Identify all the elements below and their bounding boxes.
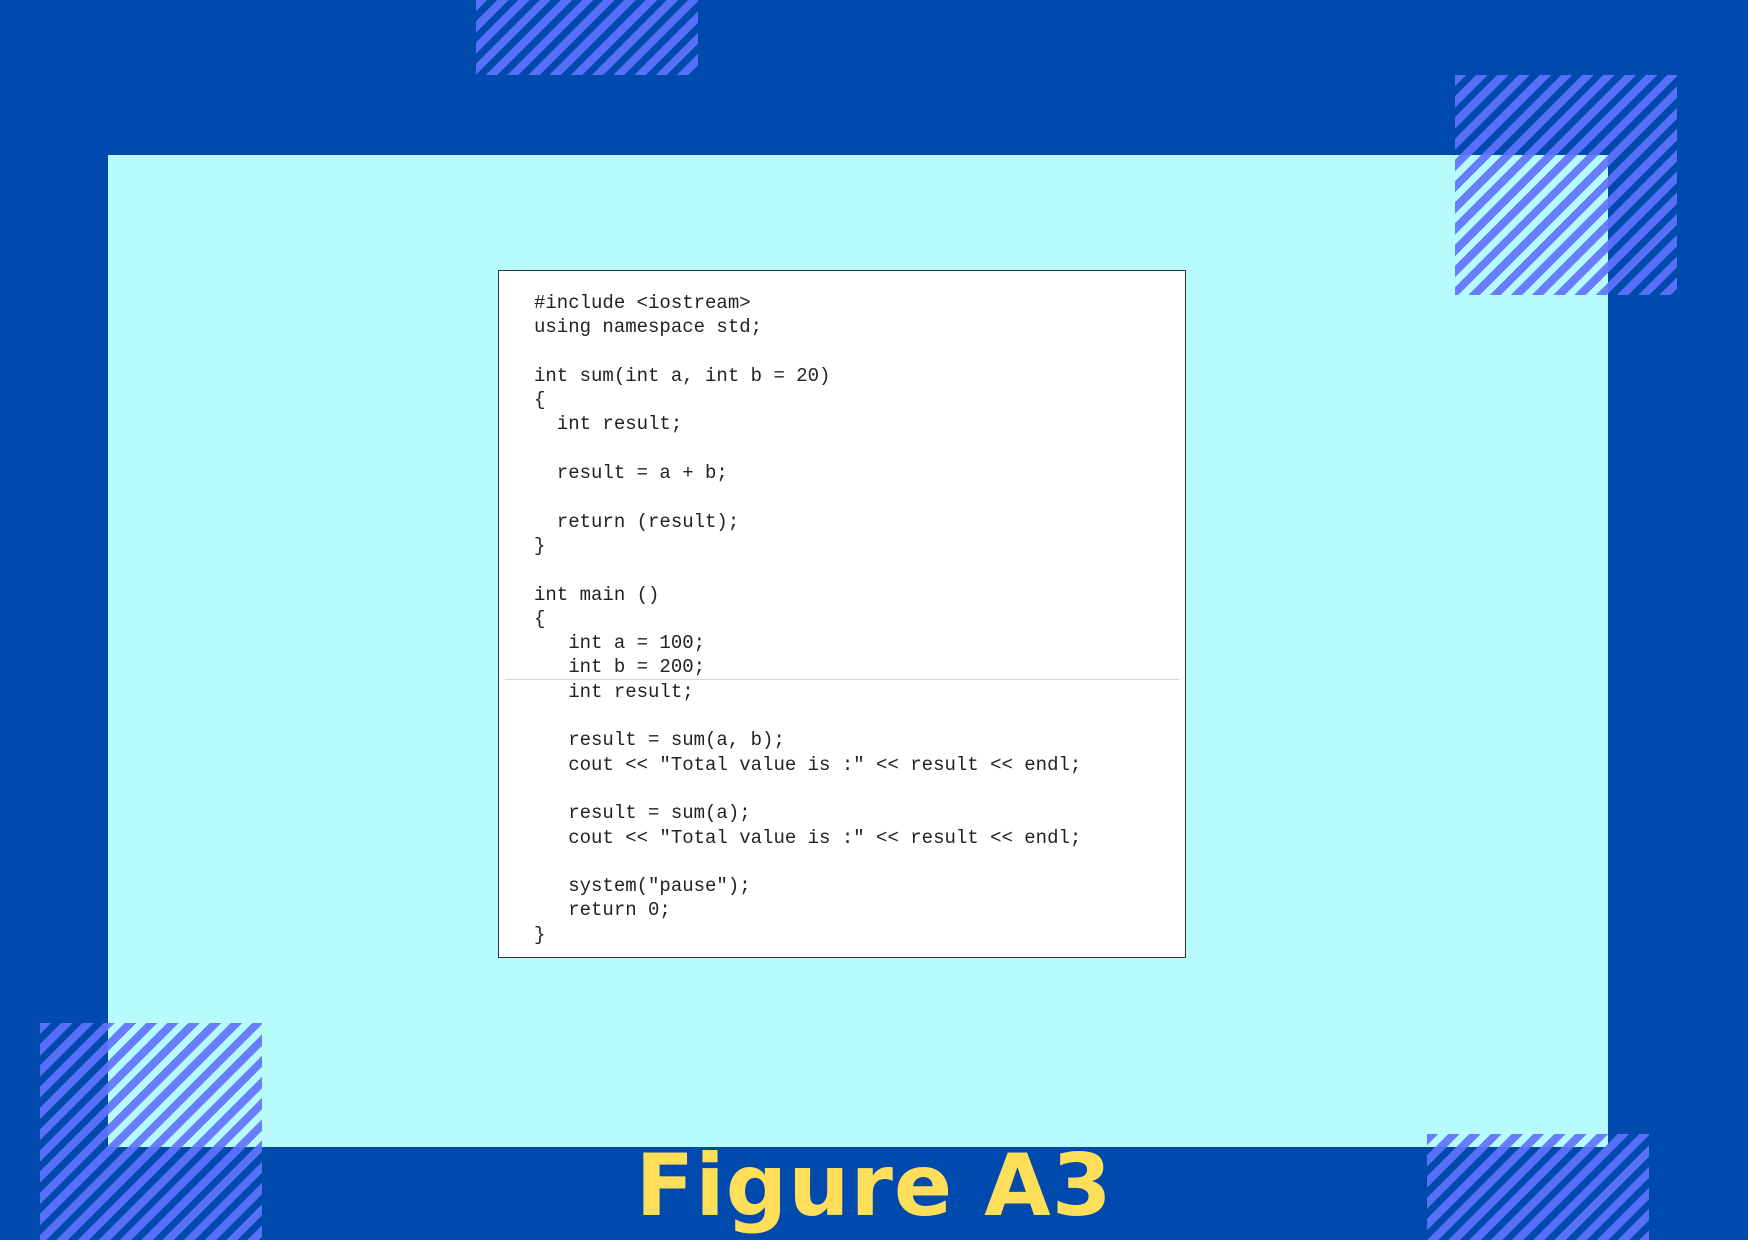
decorative-stripes-top-right bbox=[1455, 75, 1677, 295]
code-line: result = a + b; bbox=[534, 462, 728, 485]
code-line: int b = 200; bbox=[534, 656, 706, 679]
code-line: } bbox=[534, 923, 546, 946]
decorative-stripes-top bbox=[476, 0, 698, 75]
code-line: int sum(int a, int b = 20) bbox=[534, 364, 831, 387]
figure-caption: Figure A3 bbox=[635, 1136, 1113, 1236]
code-line: return (result); bbox=[534, 510, 740, 533]
code-listing: #include <iostream> using namespace std;… bbox=[534, 291, 1081, 947]
code-line: system("pause"); bbox=[534, 875, 751, 898]
code-line: int a = 100; bbox=[534, 632, 706, 655]
code-line: return 0; bbox=[534, 899, 671, 922]
code-line: { bbox=[534, 389, 546, 412]
code-line: int result; bbox=[534, 680, 694, 703]
code-line: int main () bbox=[534, 583, 660, 606]
code-line: #include <iostream> bbox=[534, 292, 751, 314]
code-listing-card: #include <iostream> using namespace std;… bbox=[498, 270, 1186, 958]
code-line: } bbox=[534, 534, 546, 557]
code-line: int result; bbox=[534, 413, 683, 436]
code-line: result = sum(a, b); bbox=[534, 729, 785, 752]
code-line: using namespace std; bbox=[534, 316, 763, 339]
code-line: { bbox=[534, 607, 546, 630]
code-line: result = sum(a); bbox=[534, 802, 751, 825]
code-line: cout << "Total value is :" << result << … bbox=[534, 753, 1082, 776]
code-line: cout << "Total value is :" << result << … bbox=[534, 826, 1082, 849]
